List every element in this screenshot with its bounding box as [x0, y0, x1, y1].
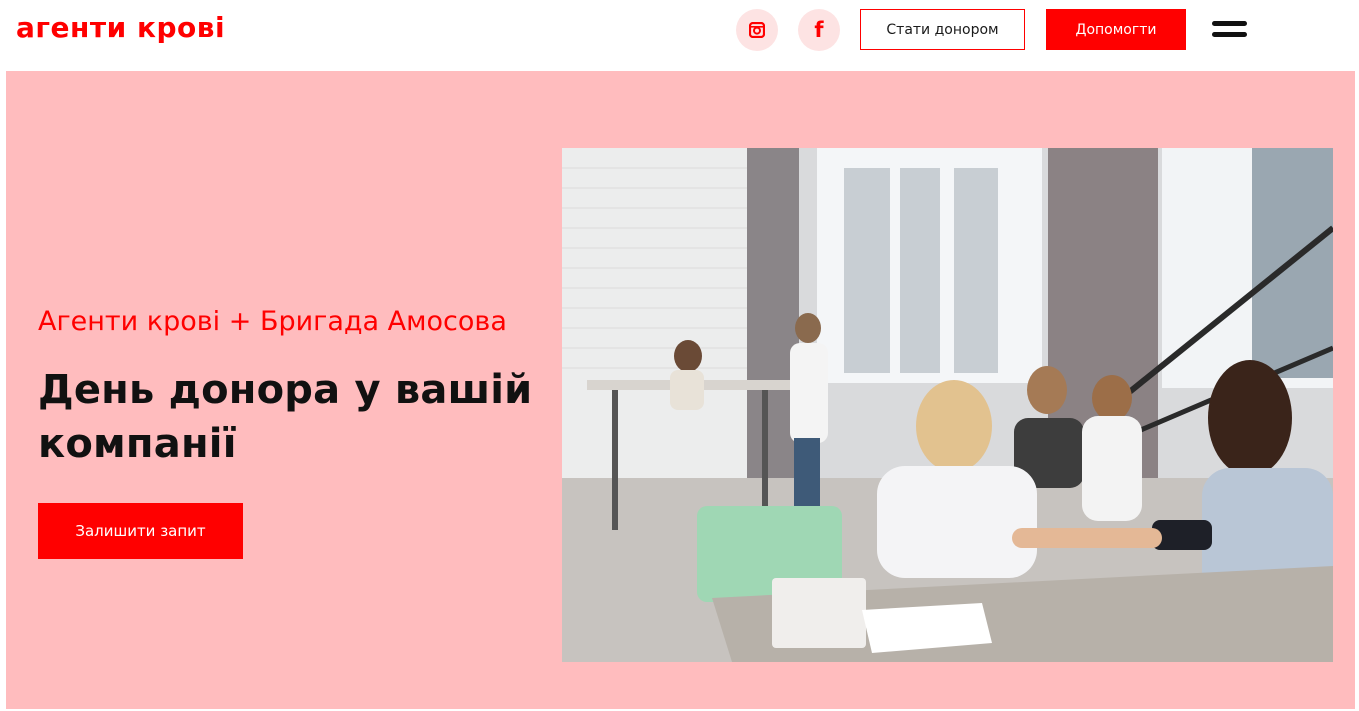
menu-bar-top [1212, 21, 1247, 26]
hero-subtitle: Агенти крові + Бригада Амосова [38, 306, 507, 337]
donation-event-illustration [562, 148, 1333, 662]
hero-title: День донора у вашій компанії [38, 367, 533, 467]
menu-bar-bottom [1212, 32, 1247, 37]
hero-section: Агенти крові + Бригада Амосова День доно… [6, 71, 1355, 709]
help-button[interactable]: Допомогти [1046, 9, 1186, 50]
instagram-icon [749, 22, 765, 38]
site-header: агенти крові f Стати донором Допомогти [0, 0, 1359, 62]
facebook-button[interactable]: f [798, 9, 840, 51]
become-donor-button[interactable]: Стати донором [860, 9, 1025, 50]
facebook-icon: f [814, 17, 824, 42]
logo[interactable]: агенти крові [16, 10, 225, 46]
instagram-button[interactable] [736, 9, 778, 51]
hamburger-menu-icon[interactable] [1212, 18, 1248, 40]
hero-photo [562, 148, 1333, 662]
leave-request-button[interactable]: Залишити запит [38, 503, 243, 559]
